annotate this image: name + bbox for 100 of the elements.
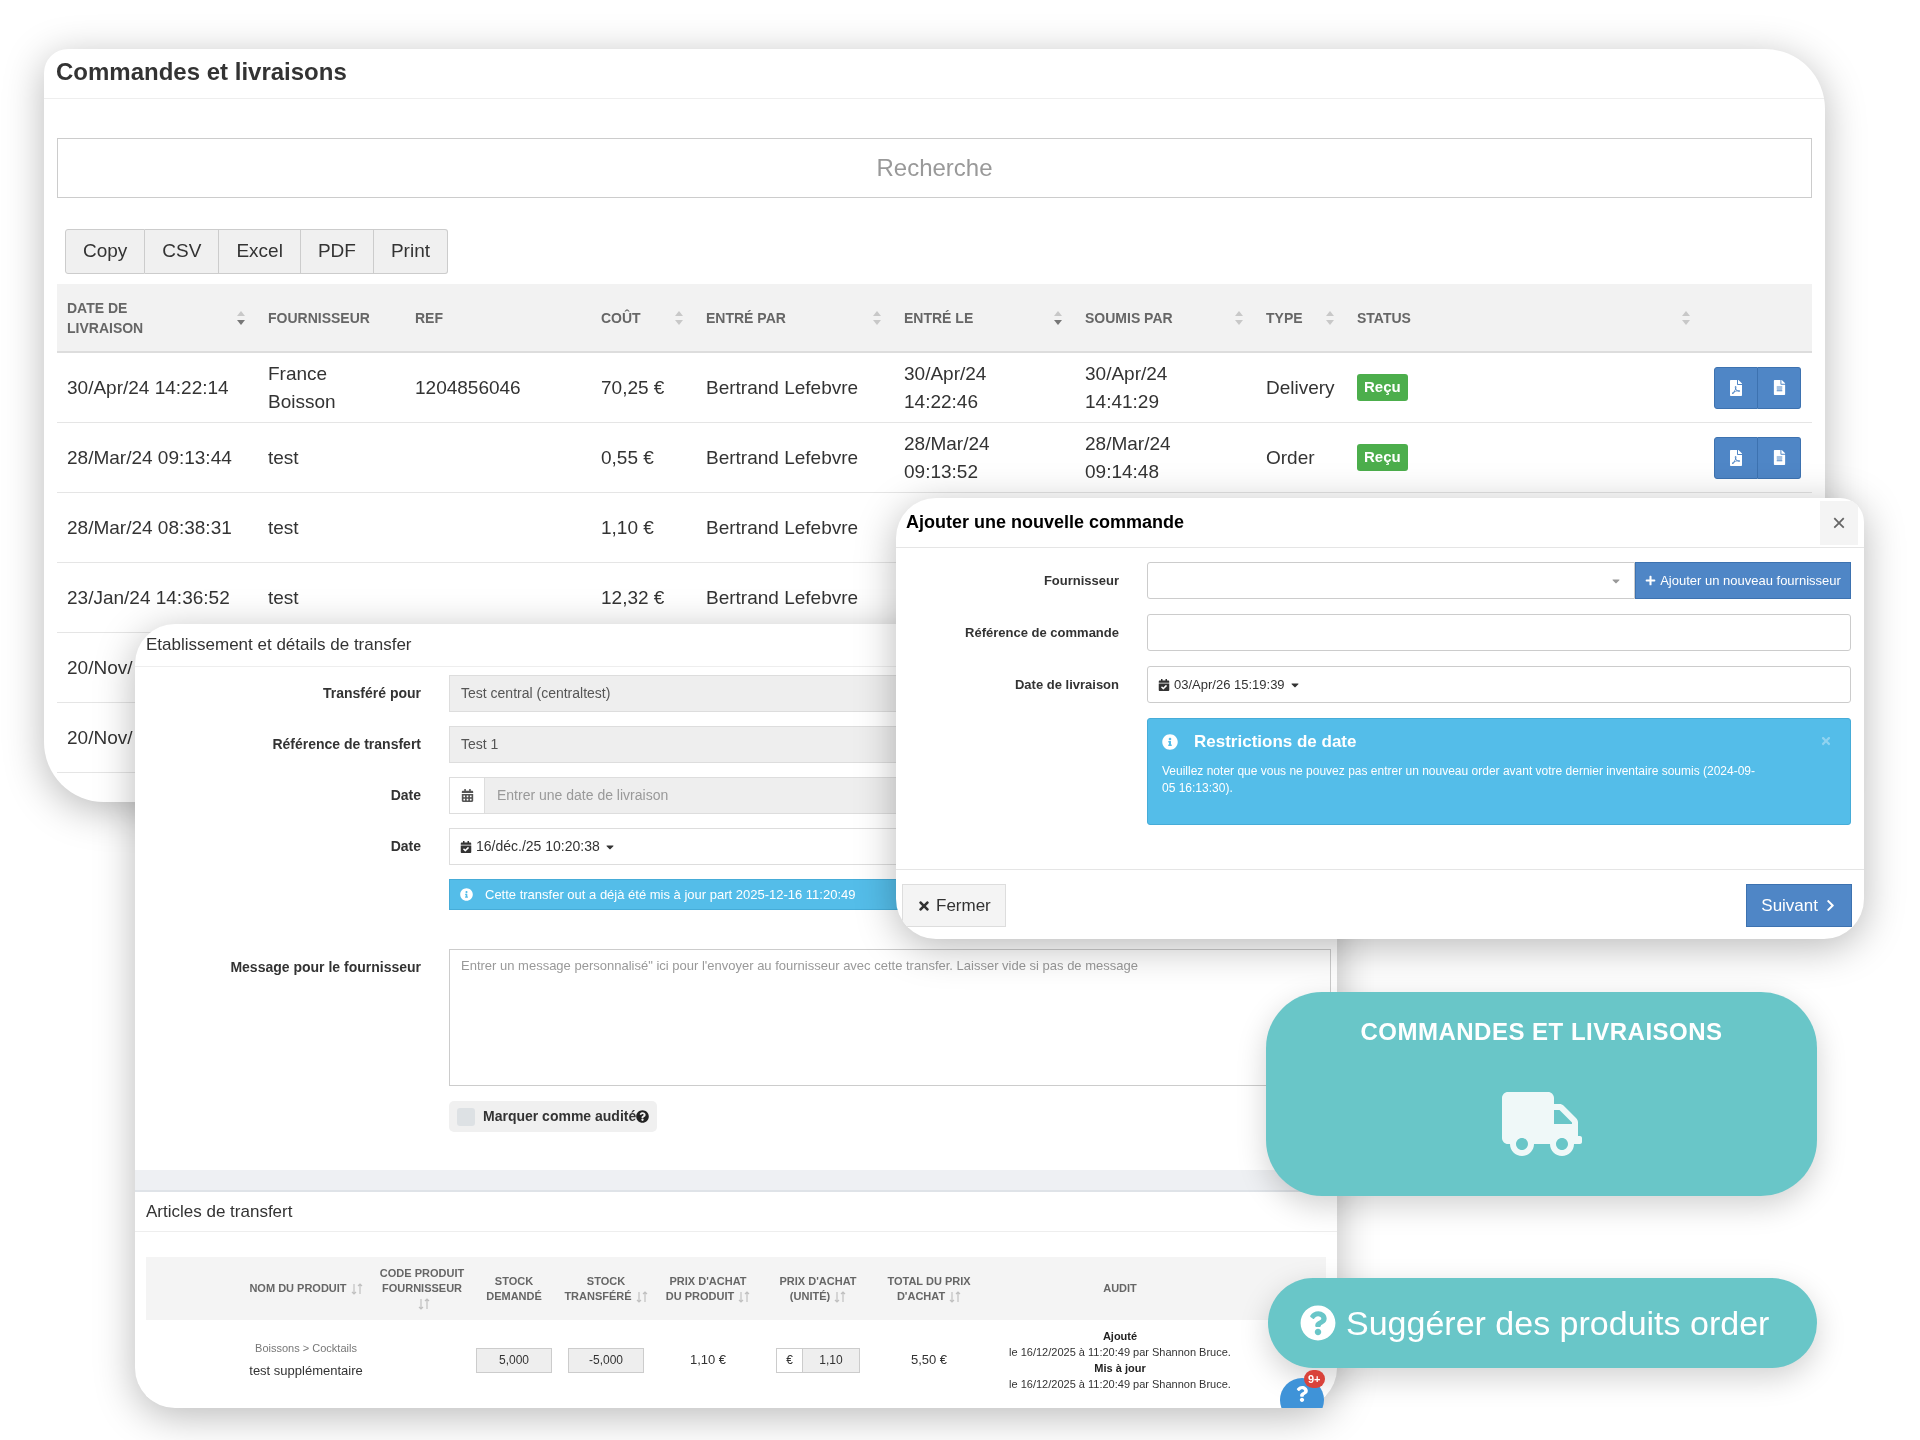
stock-transferred-field[interactable]: -5,000: [568, 1347, 644, 1373]
table-cell-text: Bertrand Lefebvre: [706, 515, 859, 540]
document-button[interactable]: [1758, 436, 1801, 479]
document-icon: [1771, 450, 1787, 465]
column-header[interactable]: ENTRÉ LE: [904, 307, 974, 328]
table-cell-text: Order: [1266, 445, 1315, 470]
table-cell-text: 12,32 €: [601, 585, 665, 610]
status-badge: Reçu: [1357, 374, 1408, 401]
document-icon: [1771, 380, 1787, 395]
sort-icon[interactable]: [949, 1290, 962, 1303]
next-button[interactable]: Suivant: [1746, 884, 1852, 927]
reference-field[interactable]: [1147, 614, 1851, 651]
sort-icon[interactable]: [418, 1298, 430, 1311]
table-cell-text: 28/Mar/24 09:13:44: [67, 445, 232, 470]
field-label: Date: [390, 837, 421, 856]
column-header[interactable]: PRIX D'ACHAT (UNITÉ): [772, 1273, 864, 1304]
column-header[interactable]: ENTRÉ PAR: [706, 307, 786, 328]
stock-requested-field[interactable]: 5,000: [476, 1347, 552, 1373]
calendar-icon: [1158, 678, 1170, 691]
help-icon: [1294, 1386, 1310, 1402]
column-header[interactable]: TOTAL DU PRIX D'ACHAT: [883, 1273, 975, 1304]
supplier-select[interactable]: [1147, 562, 1635, 599]
export-button[interactable]: CSV: [145, 229, 220, 274]
table-cell-text: 30/Apr/24 14:22:14: [67, 375, 229, 400]
plus-icon: [1645, 575, 1657, 586]
calendar-icon: [460, 840, 472, 853]
help-icon: [1300, 1305, 1336, 1341]
column-header[interactable]: REF: [415, 307, 443, 328]
dialog-title: Ajouter une nouvelle commande: [906, 511, 1185, 534]
column-header[interactable]: PRIX D'ACHAT DU PRODUIT: [662, 1273, 754, 1304]
table-cell-text: 1,10 €: [689, 1351, 727, 1370]
table-cell-text: test: [268, 515, 299, 540]
date-picker[interactable]: 03/Apr/26 15:19:39: [1158, 674, 1301, 695]
pdf-button[interactable]: [1714, 366, 1758, 409]
info-icon: [460, 888, 473, 901]
table-cell-text: 1,10 €: [601, 515, 654, 540]
field-label: Message pour le fournisseur: [230, 958, 421, 977]
table-cell-text: 30/Apr/24 14:22:46: [904, 361, 988, 414]
export-button[interactable]: PDF: [300, 229, 374, 274]
status-badge: Reçu: [1357, 444, 1408, 471]
column-header[interactable]: STOCK TRANSFÉRÉ: [562, 1273, 650, 1304]
audited-checkbox[interactable]: Marquer comme audité: [449, 1101, 658, 1132]
table-cell-text: Bertrand Lefebvre: [706, 585, 859, 610]
date-picker[interactable]: 16/déc./25 10:20:38: [460, 836, 616, 857]
sort-icon[interactable]: [834, 1290, 847, 1303]
field-label: Référence de commande: [965, 623, 1119, 642]
unit-price-field[interactable]: € 1,10: [776, 1347, 860, 1373]
table-cell-text: 5,50 €: [910, 1351, 948, 1370]
sort-icon[interactable]: [635, 1290, 648, 1303]
field-label: Date de livraison: [1014, 675, 1119, 694]
close-dialog-button[interactable]: Fermer: [902, 884, 1006, 927]
column-header[interactable]: STATUS: [1357, 307, 1411, 328]
table-cell-text: France Boisson: [268, 361, 337, 414]
info-icon: [1162, 733, 1178, 750]
table-cell-text: 1204856046: [415, 375, 521, 400]
field-label: Référence de transfert: [272, 735, 421, 754]
pdf-button[interactable]: [1714, 436, 1758, 479]
column-header[interactable]: CODE PRODUIT FOURNISSEUR: [378, 1266, 466, 1311]
sort-icon[interactable]: [350, 1283, 363, 1296]
message-field[interactable]: Entrer un message personnalisé" ici pour l'envoyer au fournisseur avec cette transfer. Laisser vide si pas de message: [449, 949, 1331, 1086]
table-cell-text: 30/Apr/24 14:41:29: [1085, 361, 1169, 414]
audit-label: Mis à jour: [1094, 1361, 1146, 1376]
table-cell-text: Bertrand Lefebvre: [706, 445, 859, 470]
column-header[interactable]: AUDIT: [1103, 1281, 1137, 1296]
table-cell-text: 28/Mar/24 09:14:48: [1085, 431, 1172, 484]
table-cell-text: 28/Mar/24 09:13:52: [904, 431, 991, 484]
table-cell-text: Bertrand Lefebvre: [706, 375, 859, 400]
column-header[interactable]: TYPE: [1266, 307, 1303, 328]
pdf-file-icon: [1728, 379, 1744, 396]
close-button[interactable]: ×: [1820, 500, 1858, 545]
calendar-icon: [460, 789, 474, 802]
audit-label: Ajouté: [1102, 1329, 1138, 1344]
document-button[interactable]: [1758, 366, 1801, 409]
column-header[interactable]: STOCK DEMANDÉ: [468, 1273, 560, 1304]
help-icon: [636, 1110, 650, 1123]
search-field[interactable]: Recherche: [57, 138, 1812, 198]
export-button[interactable]: Print: [373, 229, 448, 274]
table-cell-text: 23/Jan/24 14:36:52: [67, 585, 230, 610]
chevron-right-icon: [1824, 899, 1837, 912]
sort-icon[interactable]: [236, 309, 246, 326]
column-header[interactable]: COÛT: [601, 307, 641, 328]
column-header[interactable]: DATE DE LIVRAISON: [67, 297, 167, 338]
sort-icon[interactable]: [738, 1290, 751, 1303]
add-supplier-button[interactable]: Ajouter un nouveau fournisseur: [1635, 562, 1851, 599]
card-title: COMMANDES ET LIVRAISONS: [1360, 1017, 1723, 1047]
window-title: Commandes et livraisons: [56, 57, 347, 87]
section-title: Articles de transfert: [146, 1200, 293, 1223]
table-cell-text: 20/Nov/: [67, 725, 133, 750]
field-label: Transféré pour: [322, 684, 421, 703]
column-header[interactable]: SOUMIS PAR: [1085, 307, 1173, 328]
sort-icon[interactable]: [1053, 309, 1063, 326]
column-header[interactable]: FOURNISSEUR: [268, 307, 368, 328]
export-button[interactable]: Copy: [65, 229, 146, 274]
column-header[interactable]: NOM DU PRODUIT: [161, 1281, 363, 1296]
close-icon: [1820, 735, 1832, 747]
field-label: Fournisseur: [1043, 571, 1119, 590]
export-button[interactable]: Excel: [219, 229, 301, 274]
field-label: Date: [390, 786, 421, 805]
product-name: test supplémentaire: [249, 1361, 363, 1380]
table-cell-text: 0,55 €: [601, 445, 654, 470]
